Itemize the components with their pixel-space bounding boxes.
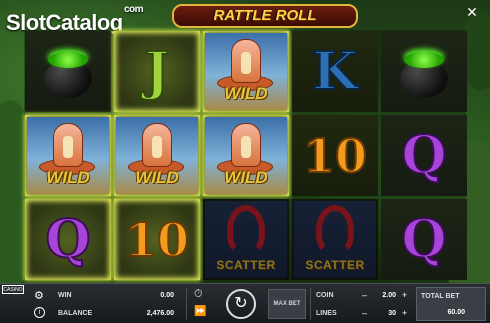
reel-cell: J bbox=[114, 31, 200, 112]
casino-badge: CASINO bbox=[2, 285, 24, 294]
lines-label: LINES bbox=[316, 310, 337, 317]
divider bbox=[186, 288, 187, 320]
lines-decrease-button[interactable]: – bbox=[362, 308, 367, 318]
reel-cell: WILD bbox=[203, 31, 289, 112]
reel-cell: Q bbox=[381, 115, 467, 196]
control-bar: CASINO ⚙ i WIN 0.00 BALANCE 2,476.00 ⏱ ⏩… bbox=[0, 283, 490, 323]
reel-cell: 10 bbox=[292, 115, 378, 196]
coin-label: COIN bbox=[316, 292, 334, 299]
total-bet-value: 60.00 bbox=[447, 309, 465, 316]
fast-forward-icon[interactable]: ⏩ bbox=[194, 306, 206, 317]
reel-cell: K bbox=[292, 31, 378, 112]
wild-label: WILD bbox=[224, 84, 268, 103]
reel-cell: Q bbox=[381, 199, 467, 280]
q-symbol: Q bbox=[44, 208, 91, 270]
lines-increase-button[interactable]: + bbox=[402, 308, 407, 318]
wild-symbol: WILD bbox=[116, 117, 198, 194]
cauldron-symbol bbox=[396, 46, 452, 98]
wild-symbol: WILD bbox=[27, 117, 109, 194]
j-symbol: J bbox=[144, 40, 171, 102]
wild-label: WILD bbox=[135, 168, 179, 187]
total-bet-box: TOTAL BET 60.00 bbox=[416, 287, 486, 321]
spin-button[interactable]: ↻ bbox=[226, 289, 256, 319]
wild-symbol: WILD bbox=[205, 117, 287, 194]
stopwatch-icon[interactable]: ⏱ bbox=[194, 288, 203, 301]
site-logo-suffix: com bbox=[124, 4, 144, 15]
balance-value: 2,476.00 bbox=[146, 310, 174, 317]
reel-grid: J WILD K WILD WILD WILD 10 Q Q 10 SCATTE… bbox=[24, 30, 467, 280]
scatter-symbol: SCATTER bbox=[294, 201, 376, 278]
reel-cell: 10 bbox=[114, 199, 200, 280]
reel-cell: Q bbox=[25, 199, 111, 280]
spin-arrow-icon: ↻ bbox=[234, 295, 248, 312]
total-bet-label: TOTAL BET bbox=[421, 293, 460, 300]
game-stage: SlotCatalog com RATTLE ROLL ✕ J WILD K W… bbox=[0, 0, 490, 290]
win-label: WIN bbox=[58, 292, 72, 299]
reel-cell bbox=[25, 31, 111, 112]
close-icon[interactable]: ✕ bbox=[464, 4, 480, 20]
wild-label: WILD bbox=[224, 168, 268, 187]
scatter-label: SCATTER bbox=[305, 258, 365, 272]
ten-symbol: 10 bbox=[124, 212, 190, 267]
reel-cell: WILD bbox=[114, 115, 200, 196]
game-logo: RATTLE ROLL bbox=[172, 4, 358, 28]
info-icon[interactable]: i bbox=[34, 307, 45, 318]
max-bet-button[interactable]: MAX BET bbox=[268, 289, 306, 319]
coin-value: 2.00 bbox=[382, 292, 396, 299]
reel-cell: SCATTER bbox=[292, 199, 378, 280]
reel-cell bbox=[381, 31, 467, 112]
lines-value: 30 bbox=[388, 310, 396, 317]
ten-symbol: 10 bbox=[302, 128, 368, 183]
gear-icon[interactable]: ⚙ bbox=[34, 289, 44, 302]
wild-symbol: WILD bbox=[205, 33, 287, 110]
divider bbox=[310, 288, 311, 320]
win-value: 0.00 bbox=[160, 292, 174, 299]
coin-decrease-button[interactable]: – bbox=[362, 290, 367, 300]
cauldron-symbol bbox=[40, 46, 96, 98]
scatter-symbol: SCATTER bbox=[205, 201, 287, 278]
scatter-label: SCATTER bbox=[216, 258, 276, 272]
wild-label: WILD bbox=[46, 168, 90, 187]
balance-label: BALANCE bbox=[58, 310, 93, 317]
q-symbol: Q bbox=[400, 208, 447, 270]
reel-cell: SCATTER bbox=[203, 199, 289, 280]
q-symbol: Q bbox=[400, 124, 447, 186]
coin-increase-button[interactable]: + bbox=[402, 290, 407, 300]
k-symbol: K bbox=[311, 40, 358, 102]
reel-cell: WILD bbox=[25, 115, 111, 196]
reel-cell: WILD bbox=[203, 115, 289, 196]
